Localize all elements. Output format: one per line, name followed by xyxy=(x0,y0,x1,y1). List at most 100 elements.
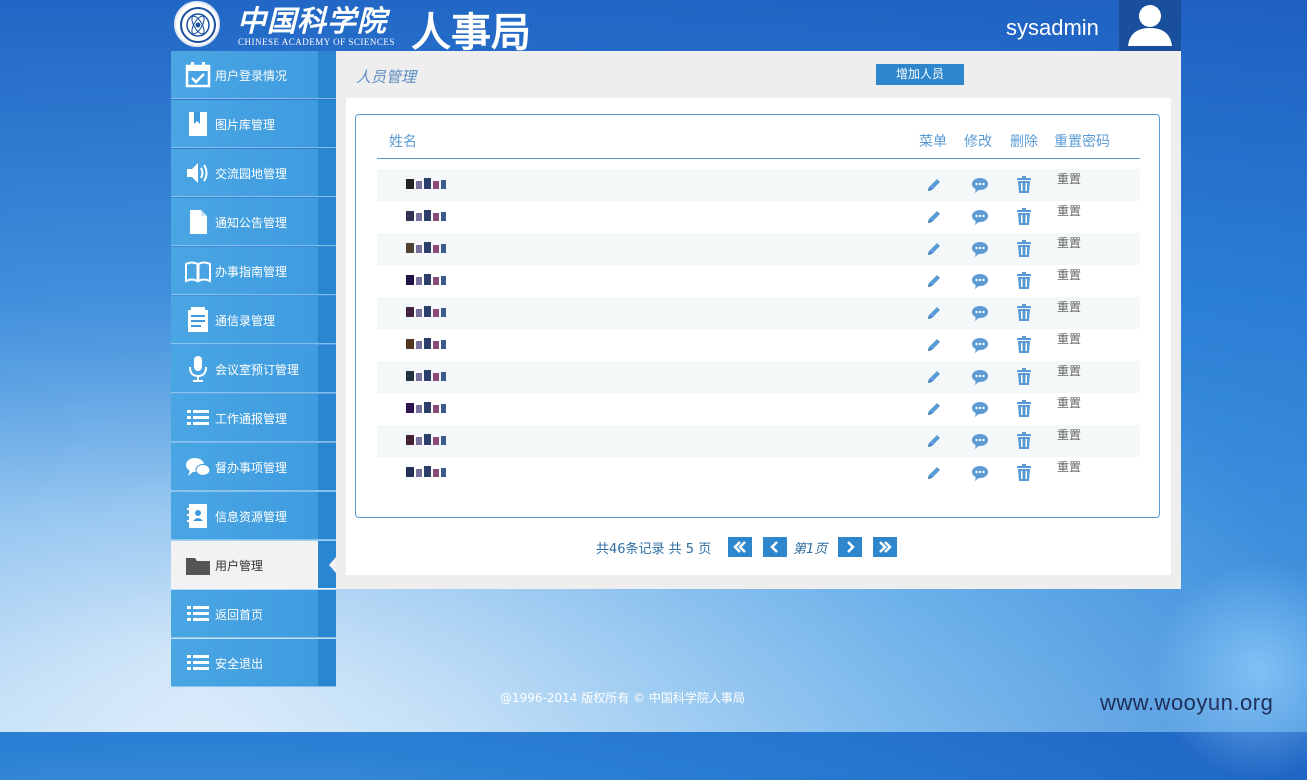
current-username: sysadmin xyxy=(1006,15,1099,40)
sidebar-item-directory[interactable]: 通信录管理 xyxy=(171,296,336,344)
sidebar-item-label: 督办事项管理 xyxy=(215,461,288,475)
trash-icon[interactable] xyxy=(1016,240,1032,258)
list-icon xyxy=(187,606,209,621)
sidebar-item-forum[interactable]: 交流园地管理 xyxy=(171,149,336,197)
reset-password-link[interactable]: 重置 xyxy=(1057,330,1081,347)
pencil-icon[interactable] xyxy=(925,432,943,450)
redacted-name xyxy=(406,466,446,477)
trash-icon[interactable] xyxy=(1016,176,1032,194)
reset-password-link[interactable]: 重置 xyxy=(1057,170,1081,187)
first-page-button[interactable] xyxy=(728,537,752,557)
users-table: 姓名 菜单 修改 删除 重置密码 重置 重置 重置 重置 重置 重置 重置 重置 重置 重置 xyxy=(355,114,1160,518)
list-icon xyxy=(187,655,209,670)
footer-copyright: @1996-2014 版权所有 © 中国科学院人事局 xyxy=(500,691,745,705)
trash-icon[interactable] xyxy=(1016,432,1032,450)
comment-icon[interactable] xyxy=(971,368,989,386)
reset-password-link[interactable]: 重置 xyxy=(1057,362,1081,379)
sidebar-item-info-resources[interactable]: 信息资源管理 xyxy=(171,492,336,540)
speaker-icon xyxy=(187,163,208,183)
reset-password-link[interactable]: 重置 xyxy=(1057,426,1081,443)
pencil-icon[interactable] xyxy=(925,176,943,194)
sidebar-item-label: 信息资源管理 xyxy=(215,510,288,524)
trash-icon[interactable] xyxy=(1016,272,1032,290)
trash-icon[interactable] xyxy=(1016,464,1032,482)
comment-icon[interactable] xyxy=(971,304,989,322)
pencil-icon[interactable] xyxy=(925,240,943,258)
reset-password-link[interactable]: 重置 xyxy=(1057,202,1081,219)
active-indicator xyxy=(329,557,336,573)
table-row: 重置 xyxy=(377,425,1140,457)
trash-icon[interactable] xyxy=(1016,400,1032,418)
sidebar-item-label: 用户登录情况 xyxy=(215,69,288,83)
table-row: 重置 xyxy=(377,393,1140,425)
sidebar-item-supervision[interactable]: 督办事项管理 xyxy=(171,443,336,491)
column-header-delete: 删除 xyxy=(1010,134,1038,150)
sidebar-item-work-report[interactable]: 工作通报管理 xyxy=(171,394,336,442)
redacted-name xyxy=(406,402,446,413)
column-header-reset-password: 重置密码 xyxy=(1054,134,1110,150)
logo-english-title: CHINESE ACADEMY OF SCIENCES xyxy=(238,37,395,47)
table-row: 重置 xyxy=(377,457,1140,489)
watermark: www.wooyun.org xyxy=(1100,690,1274,715)
redacted-name xyxy=(406,178,446,189)
cas-logo-emblem xyxy=(174,1,220,47)
pencil-icon[interactable] xyxy=(925,304,943,322)
table-row: 重置 xyxy=(377,329,1140,361)
pencil-icon[interactable] xyxy=(925,336,943,354)
sidebar-item-label: 通知公告管理 xyxy=(215,216,288,230)
pencil-icon[interactable] xyxy=(925,464,943,482)
reset-password-link[interactable]: 重置 xyxy=(1057,266,1081,283)
comment-icon[interactable] xyxy=(971,176,989,194)
table-row: 重置 xyxy=(377,201,1140,233)
sidebar-item-logout[interactable]: 安全退出 xyxy=(171,639,336,687)
sidebar-item-user-management[interactable]: 用户管理 xyxy=(171,541,336,589)
double-chevron-right-icon xyxy=(879,541,892,553)
page-title: 人员管理 xyxy=(356,68,417,86)
column-header-menu: 菜单 xyxy=(919,134,947,150)
redacted-name xyxy=(406,306,446,317)
sidebar-item-label: 安全退出 xyxy=(215,657,264,671)
pencil-icon[interactable] xyxy=(925,208,943,226)
prev-page-button[interactable] xyxy=(763,537,787,557)
comment-icon[interactable] xyxy=(971,464,989,482)
pencil-icon[interactable] xyxy=(925,400,943,418)
last-page-button[interactable] xyxy=(873,537,897,557)
comment-icon[interactable] xyxy=(971,336,989,354)
redacted-name xyxy=(406,434,446,445)
redacted-name xyxy=(406,370,446,381)
sidebar-item-login-status[interactable]: 用户登录情况 xyxy=(171,51,336,99)
current-page: 第1页 xyxy=(793,542,828,557)
sidebar-item-notices[interactable]: 通知公告管理 xyxy=(171,198,336,246)
comment-icon[interactable] xyxy=(971,432,989,450)
sidebar-item-image-library[interactable]: 图片库管理 xyxy=(171,100,336,148)
pencil-icon[interactable] xyxy=(925,368,943,386)
reset-password-link[interactable]: 重置 xyxy=(1057,298,1081,315)
pencil-icon[interactable] xyxy=(925,272,943,290)
sidebar-item-label: 通信录管理 xyxy=(215,314,276,328)
column-header-edit: 修改 xyxy=(964,134,992,150)
comment-icon[interactable] xyxy=(971,272,989,290)
trash-icon[interactable] xyxy=(1016,368,1032,386)
reset-password-link[interactable]: 重置 xyxy=(1057,458,1081,475)
document-icon xyxy=(190,210,207,234)
comment-icon[interactable] xyxy=(971,400,989,418)
sidebar-item-meeting-room[interactable]: 会议室预订管理 xyxy=(171,345,336,393)
trash-icon[interactable] xyxy=(1016,304,1032,322)
comment-icon[interactable] xyxy=(971,208,989,226)
sidebar-item-label: 返回首页 xyxy=(215,608,264,622)
chevron-right-icon xyxy=(847,541,855,553)
trash-icon[interactable] xyxy=(1016,336,1032,354)
user-avatar-icon[interactable] xyxy=(1119,0,1181,51)
sidebar-item-home[interactable]: 返回首页 xyxy=(171,590,336,638)
table-row: 重置 xyxy=(377,297,1140,329)
reset-password-link[interactable]: 重置 xyxy=(1057,234,1081,251)
sidebar-item-guides[interactable]: 办事指南管理 xyxy=(171,247,336,295)
trash-icon[interactable] xyxy=(1016,208,1032,226)
bureau-title: 人事局 xyxy=(411,10,531,56)
double-chevron-left-icon xyxy=(733,541,746,553)
add-person-button[interactable]: 增加人员 xyxy=(876,64,964,85)
table-row: 重置 xyxy=(377,361,1140,393)
reset-password-link[interactable]: 重置 xyxy=(1057,394,1081,411)
next-page-button[interactable] xyxy=(838,537,862,557)
comment-icon[interactable] xyxy=(971,240,989,258)
